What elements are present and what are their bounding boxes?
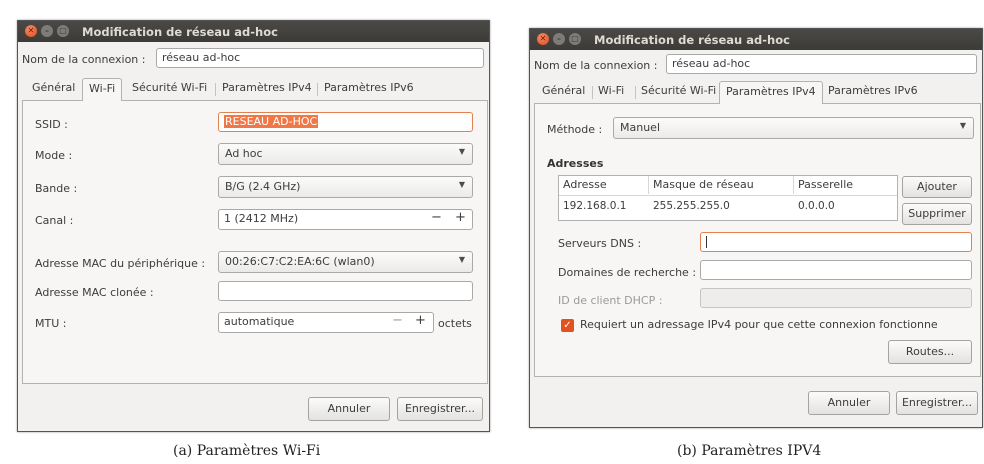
mtu-label: MTU : bbox=[35, 317, 67, 330]
method-label: Méthode : bbox=[547, 123, 603, 136]
dhcp-client-id-input[interactable] bbox=[700, 288, 972, 308]
cancel-button[interactable]: Annuler bbox=[808, 391, 890, 415]
tab-wifi[interactable]: Wi-Fi bbox=[82, 78, 123, 101]
mode-label: Mode : bbox=[35, 149, 73, 162]
tab-ipv6[interactable]: Paramètres IPv6 bbox=[318, 78, 420, 100]
routes-button[interactable]: Routes... bbox=[888, 340, 972, 364]
channel-value: 1 (2412 MHz) bbox=[224, 212, 299, 225]
dhcp-client-id-label: ID de client DHCP : bbox=[558, 294, 663, 307]
addresses-table: Adresse Masque de réseau Passerelle 192.… bbox=[558, 175, 898, 221]
channel-label: Canal : bbox=[35, 214, 74, 227]
connection-name-input[interactable]: réseau ad-hoc bbox=[156, 48, 484, 68]
window-title: Modification de réseau ad-hoc bbox=[82, 25, 278, 39]
mtu-unit: octets bbox=[438, 317, 472, 330]
mode-value: Ad hoc bbox=[225, 147, 263, 160]
close-icon[interactable]: ✕ bbox=[537, 33, 549, 45]
connection-name-label: Nom de la connexion : bbox=[22, 53, 146, 66]
right-titlebar: ✕ – □ Modification de réseau ad-hoc bbox=[530, 29, 982, 50]
mtu-value: automatique bbox=[224, 315, 295, 328]
method-select[interactable]: Manuel ▼ bbox=[613, 117, 974, 139]
right-dialog-window: ✕ – □ Modification de réseau ad-hoc Nom … bbox=[529, 28, 983, 428]
device-mac-value: 00:26:C7:C2:EA:6C (wlan0) bbox=[225, 255, 375, 268]
minimize-icon[interactable]: – bbox=[553, 33, 565, 45]
minus-icon[interactable]: − bbox=[392, 313, 403, 328]
connection-name-input[interactable]: réseau ad-hoc bbox=[666, 54, 977, 74]
dns-label: Serveurs DNS : bbox=[558, 237, 642, 250]
require-ipv4-label[interactable]: Requiert un adressage IPv4 pour que cett… bbox=[580, 318, 938, 331]
tab-wifi[interactable]: Wi-Fi bbox=[592, 81, 630, 103]
search-domains-label: Domaines de recherche : bbox=[558, 266, 697, 279]
text-cursor bbox=[706, 236, 707, 248]
table-cell-netmask[interactable]: 255.255.255.0 bbox=[649, 198, 730, 214]
band-label: Bande : bbox=[35, 182, 78, 195]
window-title: Modification de réseau ad-hoc bbox=[594, 33, 790, 47]
save-button[interactable]: Enregistrer... bbox=[397, 397, 483, 421]
chevron-down-icon: ▼ bbox=[458, 255, 465, 264]
connection-name-label: Nom de la connexion : bbox=[534, 59, 658, 72]
tab-ipv6[interactable]: Paramètres IPv6 bbox=[822, 81, 924, 103]
left-dialog-window: ✕ – □ Modification de réseau ad-hoc Nom … bbox=[17, 20, 490, 432]
device-mac-select[interactable]: 00:26:C7:C2:EA:6C (wlan0) ▼ bbox=[218, 251, 473, 273]
tab-wifi-security[interactable]: Sécurité Wi-Fi bbox=[635, 81, 722, 103]
chevron-down-icon: ▼ bbox=[458, 147, 465, 156]
tab-ipv4[interactable]: Paramètres IPv4 bbox=[719, 81, 823, 104]
maximize-icon[interactable]: □ bbox=[57, 25, 69, 37]
search-domains-input[interactable] bbox=[700, 260, 972, 280]
cloned-mac-label: Adresse MAC clonée : bbox=[35, 286, 154, 299]
column-header-gateway[interactable]: Passerelle bbox=[794, 176, 874, 194]
left-titlebar: ✕ – □ Modification de réseau ad-hoc bbox=[18, 21, 489, 42]
remove-address-button[interactable]: Supprimer bbox=[902, 203, 972, 225]
plus-icon[interactable]: + bbox=[415, 313, 426, 328]
addresses-heading: Adresses bbox=[547, 157, 604, 170]
cancel-button[interactable]: Annuler bbox=[308, 397, 390, 421]
tab-general[interactable]: Général bbox=[26, 78, 81, 100]
band-select[interactable]: B/G (2.4 GHz) ▼ bbox=[218, 176, 473, 198]
maximize-icon[interactable]: □ bbox=[569, 33, 581, 45]
close-icon[interactable]: ✕ bbox=[25, 25, 37, 37]
checkmark-icon[interactable]: ✓ bbox=[561, 319, 574, 332]
device-mac-label: Adresse MAC du périphérique : bbox=[35, 257, 206, 270]
tab-ipv4[interactable]: Paramètres IPv4 bbox=[216, 78, 318, 100]
tab-wifi-security[interactable]: Sécurité Wi-Fi bbox=[126, 78, 213, 100]
caption-a: (a) Paramètres Wi-Fi bbox=[173, 443, 321, 459]
mode-select[interactable]: Ad hoc ▼ bbox=[218, 143, 473, 165]
minus-icon[interactable]: − bbox=[431, 210, 442, 225]
add-address-button[interactable]: Ajouter bbox=[902, 176, 972, 198]
table-cell-gateway[interactable]: 0.0.0.0 bbox=[794, 198, 835, 214]
save-button[interactable]: Enregistrer... bbox=[896, 391, 978, 415]
band-value: B/G (2.4 GHz) bbox=[225, 180, 301, 193]
chevron-down-icon: ▼ bbox=[458, 180, 465, 189]
ssid-input[interactable]: RESEAU AD-HOC bbox=[218, 112, 473, 132]
ssid-selected-text: RESEAU AD-HOC bbox=[224, 115, 319, 128]
ssid-label: SSID : bbox=[35, 118, 68, 131]
minimize-icon[interactable]: – bbox=[41, 25, 53, 37]
column-header-address[interactable]: Adresse bbox=[559, 176, 649, 194]
caption-b: (b) Paramètres IPV4 bbox=[677, 443, 822, 459]
cloned-mac-input[interactable] bbox=[218, 281, 473, 301]
dns-input[interactable] bbox=[700, 232, 972, 252]
method-value: Manuel bbox=[620, 121, 660, 134]
table-cell-address[interactable]: 192.168.0.1 bbox=[559, 198, 626, 214]
plus-icon[interactable]: + bbox=[455, 210, 466, 225]
chevron-down-icon: ▼ bbox=[959, 121, 966, 130]
column-header-netmask[interactable]: Masque de réseau bbox=[649, 176, 794, 194]
tab-general[interactable]: Général bbox=[536, 81, 591, 103]
